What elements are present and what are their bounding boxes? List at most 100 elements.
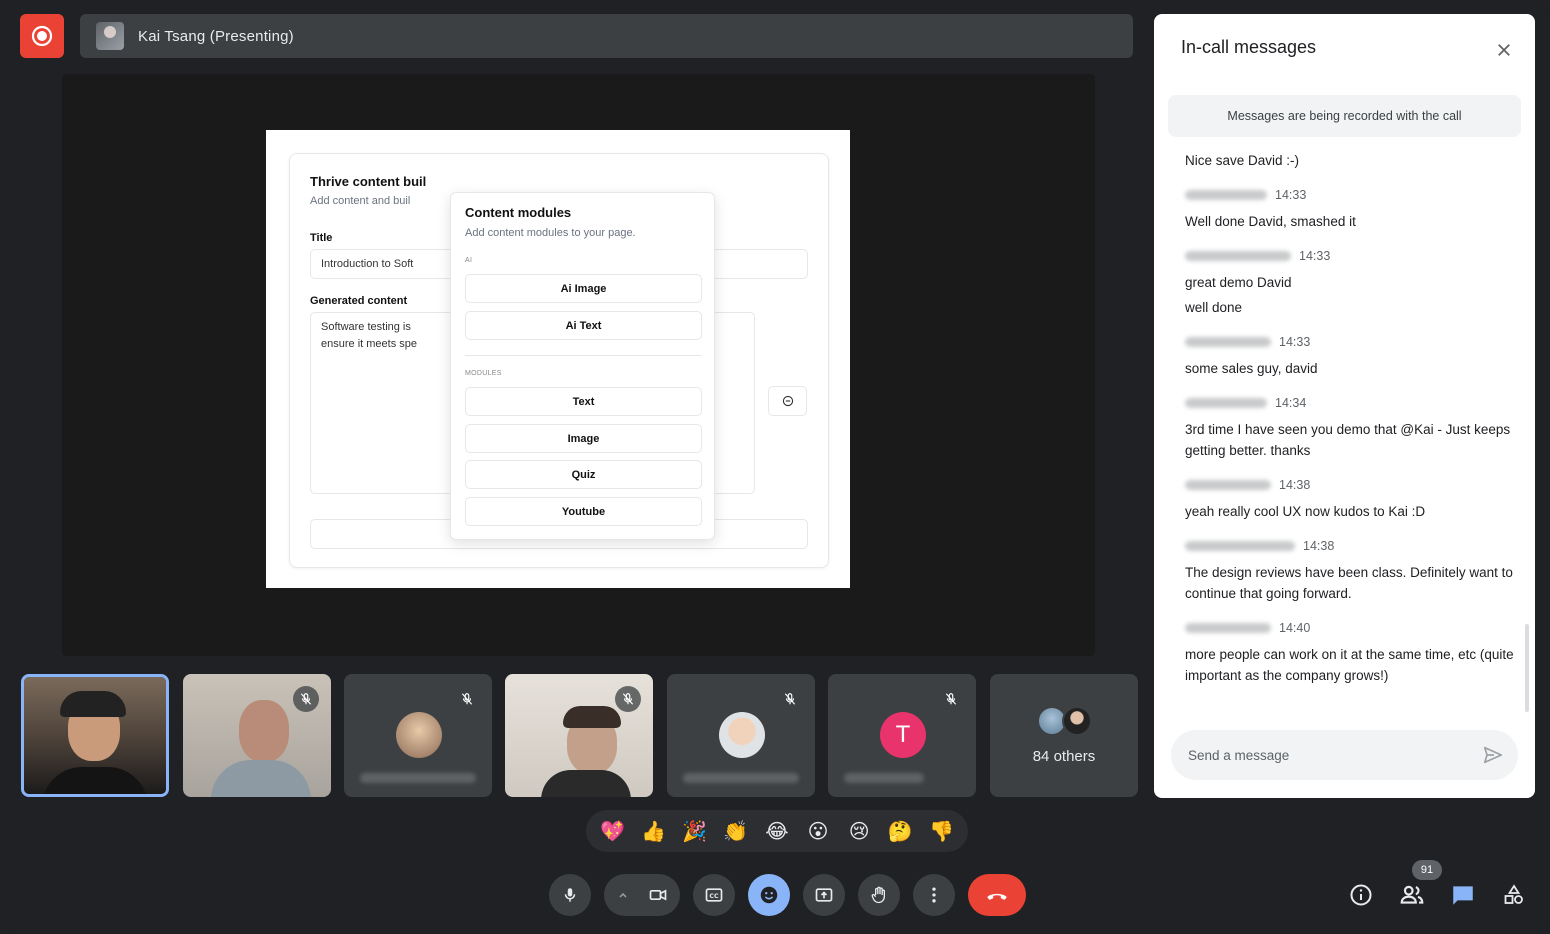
camera-icon[interactable] [648, 885, 668, 905]
content-modules-popover: Content modules Add content modules to y… [450, 192, 715, 540]
participant-tile-self[interactable] [21, 674, 169, 797]
reaction-party-popper[interactable]: 🎉 [678, 814, 712, 848]
chat-message: 14:40 more people can work on it at the … [1185, 618, 1515, 686]
recording-button[interactable] [20, 14, 64, 58]
mic-off-indicator [454, 686, 480, 712]
avatar [719, 712, 765, 758]
others-count-label: 84 others [1032, 748, 1096, 765]
send-icon[interactable] [1482, 744, 1504, 766]
message-header: 14:38 [1185, 536, 1515, 556]
message-header: 14:38 [1185, 475, 1515, 495]
chat-message: 14:33 Well done David, smashed it [1185, 185, 1515, 232]
reaction-tears-of-joy[interactable]: 😂 [760, 814, 794, 848]
meeting-window: Kai Tsang (Presenting) Thrive content bu… [0, 0, 1550, 934]
presenter-bar: Kai Tsang (Presenting) [80, 14, 1133, 58]
message-header: 14:40 [1185, 618, 1515, 638]
others-tile[interactable]: 84 others [990, 674, 1138, 797]
end-call-button[interactable] [968, 874, 1026, 916]
module-text: Text [465, 387, 702, 416]
presenter-avatar [96, 22, 124, 50]
emoji-reactions-button[interactable] [748, 874, 790, 916]
more-icon [932, 887, 936, 903]
participant-tile-3[interactable] [344, 674, 492, 797]
raise-hand-button[interactable] [858, 874, 900, 916]
participant-tile-4[interactable] [505, 674, 653, 797]
sender-name-blurred [1185, 541, 1295, 551]
popover-divider [465, 355, 702, 356]
message-list: Nice save David :-) 14:33 Well done Davi… [1185, 150, 1515, 700]
mic-off-icon [300, 693, 312, 705]
people-button[interactable] [1398, 881, 1426, 909]
card-title: Thrive content buil [310, 174, 427, 189]
content-builder-card: Thrive content buil Add content and buil… [289, 153, 829, 568]
mic-off-indicator [615, 686, 641, 712]
popover-section-modules: MODULES [465, 370, 502, 377]
end-call-icon [987, 893, 1007, 900]
chat-message: 14:33 great demo David well done [1185, 246, 1515, 318]
activities-button[interactable] [1500, 881, 1528, 909]
reaction-surprised[interactable]: 😮 [801, 814, 835, 848]
send-message-placeholder: Send a message [1188, 747, 1290, 763]
svg-text:CC: CC [709, 893, 719, 900]
sender-name-blurred [1185, 623, 1271, 633]
emoji-icon [760, 886, 778, 904]
chat-icon [1453, 886, 1473, 905]
raise-hand-icon [871, 886, 885, 904]
present-icon [815, 888, 833, 902]
send-message-input[interactable]: Send a message [1171, 730, 1518, 780]
mic-off-icon [784, 693, 796, 705]
message-time: 14:33 [1275, 188, 1307, 202]
chat-button[interactable] [1449, 881, 1477, 909]
present-button[interactable] [803, 874, 845, 916]
message-time: 14:40 [1279, 621, 1311, 635]
chevron-up-icon[interactable] [618, 890, 628, 900]
chat-panel-title: In-call messages [1181, 37, 1317, 57]
module-youtube: Youtube [465, 497, 702, 526]
reaction-sparkling-heart[interactable]: 💖 [596, 814, 630, 848]
card-subtitle: Add content and buil [310, 195, 411, 207]
chat-message: 14:34 3rd time I have seen you demo that… [1185, 393, 1515, 461]
message-header: 14:33 [1185, 332, 1515, 352]
generated-line-2: ensure it meets spe [321, 338, 417, 350]
participant-cap [60, 691, 126, 717]
popover-title: Content modules [465, 205, 572, 220]
participant-tile-5[interactable] [667, 674, 815, 797]
reaction-thinking[interactable]: 🤔 [883, 814, 917, 848]
title-field-value: Introduction to Soft [321, 258, 414, 270]
captions-button[interactable]: CC [693, 874, 735, 916]
reaction-thumbs-up[interactable]: 👍 [637, 814, 671, 848]
reaction-clapping[interactable]: 👏 [719, 814, 753, 848]
avatar [1062, 706, 1092, 736]
module-ai-text: Ai Text [465, 311, 702, 340]
reaction-thumbs-down[interactable]: 👎 [924, 814, 958, 848]
sender-name-blurred [1185, 190, 1267, 200]
avatar-initial: T [880, 712, 926, 758]
generated-content-label: Generated content [310, 295, 408, 307]
message-text: yeah really cool UX now kudos to Kai :D [1185, 504, 1426, 519]
title-label: Title [310, 232, 333, 244]
more-options-button[interactable] [913, 874, 955, 916]
reactions-bar: 💖 👍 🎉 👏 😂 😮 😢 🤔 👎 [586, 810, 968, 852]
message-time: 14:34 [1275, 396, 1307, 410]
camera-button-group[interactable] [604, 874, 680, 916]
chat-scrollbar[interactable] [1525, 624, 1529, 712]
message-header: 14:34 [1185, 393, 1515, 413]
activities-icon [1504, 884, 1523, 904]
message-text: some sales guy, david [1185, 361, 1318, 376]
chat-message: 14:38 The design reviews have been class… [1185, 536, 1515, 604]
participant-tile-6[interactable]: T [828, 674, 976, 797]
reaction-crying[interactable]: 😢 [842, 814, 876, 848]
participant-name-blurred [844, 773, 924, 783]
close-chat-button[interactable] [1492, 38, 1516, 62]
remove-button [768, 386, 807, 416]
message-text: well done [1185, 300, 1243, 315]
sender-name-blurred [1185, 251, 1291, 261]
participant-hair [563, 706, 621, 728]
meeting-info-button[interactable] [1347, 881, 1375, 909]
microphone-button[interactable] [549, 874, 591, 916]
popover-subtitle: Add content modules to your page. [465, 227, 636, 239]
module-image: Image [465, 424, 702, 453]
message-time: 14:38 [1279, 478, 1311, 492]
participant-tile-2[interactable] [183, 674, 331, 797]
module-quiz: Quiz [465, 460, 702, 489]
